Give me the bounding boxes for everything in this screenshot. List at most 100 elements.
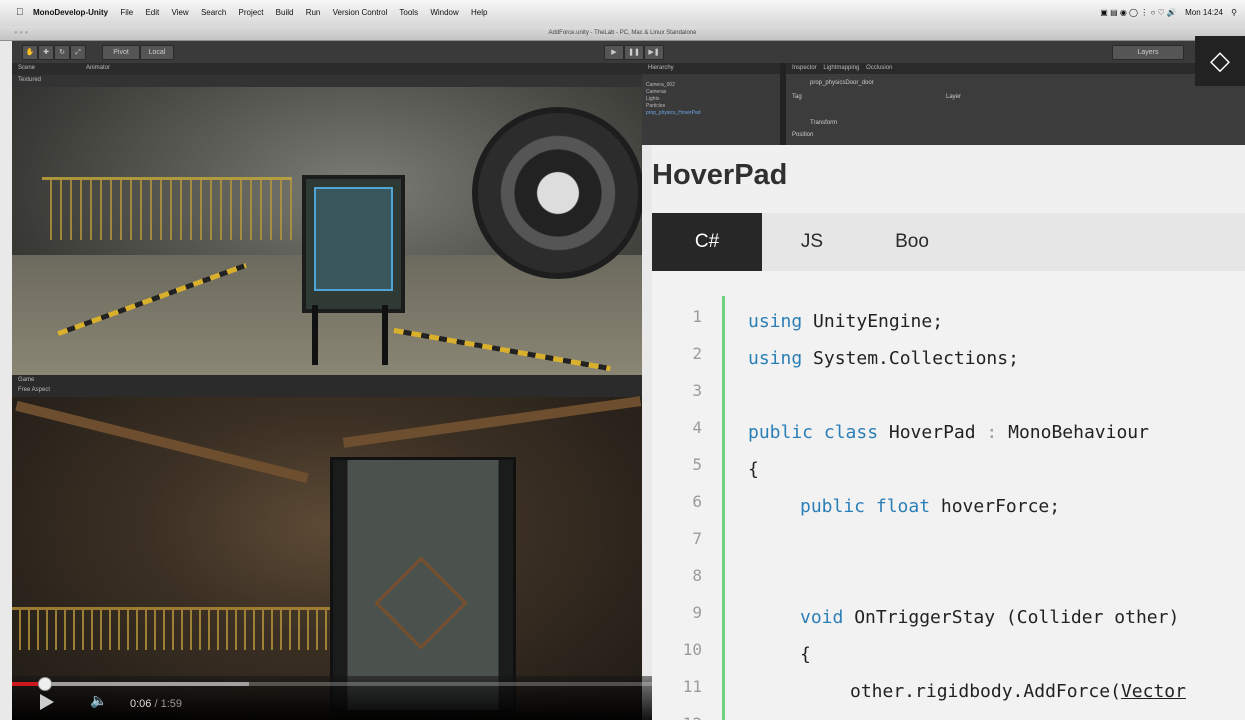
pause-icon[interactable]: ❚❚ — [624, 45, 644, 60]
tab-scene[interactable]: Scene — [18, 65, 35, 71]
hierarchy-item[interactable]: Lights — [646, 96, 776, 103]
inspector-object-name[interactable]: prop_physicsDoor_door — [810, 80, 874, 86]
progress-bar[interactable] — [12, 677, 652, 691]
menu-edit[interactable]: Edit — [145, 8, 159, 17]
menu-search[interactable]: Search — [201, 8, 226, 17]
step-icon[interactable]: ▶❚ — [644, 45, 664, 60]
move-tool-icon[interactable]: ✚ — [38, 45, 54, 60]
status-icons[interactable]: ▣ ▤ ◉ ◯ ⋮ ○ ♡ 🔊 — [1100, 8, 1177, 17]
rotate-tool-icon[interactable]: ↻ — [54, 45, 70, 60]
hand-tool-icon[interactable]: ✋ — [22, 45, 38, 60]
code-keyword: void — [800, 607, 844, 628]
code-line-4: public class HoverPad : MonoBehaviour — [748, 422, 1149, 443]
scene-viewport[interactable] — [12, 87, 642, 375]
pad-leg — [382, 305, 388, 365]
menu-view[interactable]: View — [172, 8, 189, 17]
menu-file[interactable]: File — [120, 8, 133, 17]
progress-scrubber[interactable] — [38, 677, 52, 691]
tab-csharp[interactable]: C# — [652, 213, 762, 271]
menu-list: MonoDevelop-Unity File Edit View Search … — [33, 8, 497, 17]
hover-pad-model[interactable] — [302, 175, 405, 313]
window-title: AddForce.unity - TheLab - PC, Mac & Linu… — [548, 30, 697, 36]
code-keyword: public float — [800, 496, 931, 517]
code-text: System.Collections; — [802, 348, 1019, 369]
layers-dropdown[interactable]: Layers — [1112, 45, 1184, 60]
volume-icon[interactable]: 🔈 — [90, 692, 107, 709]
ceiling-beam — [342, 396, 642, 448]
menu-version-control[interactable]: Version Control — [333, 8, 388, 17]
time-separator: / — [151, 698, 161, 710]
duration: 1:59 — [160, 698, 183, 710]
tab-boo[interactable]: Boo — [877, 213, 947, 271]
code-link[interactable]: Vector — [1121, 681, 1186, 702]
play-icon[interactable] — [40, 694, 54, 710]
tab-occlusion[interactable]: Occlusion — [866, 65, 892, 71]
game-viewport[interactable] — [12, 396, 642, 720]
game-railing — [12, 607, 332, 650]
menu-app-name[interactable]: MonoDevelop-Unity — [33, 8, 108, 17]
pivot-toggle[interactable]: Pivot — [102, 45, 140, 60]
code-keyword: using — [748, 311, 803, 332]
scale-tool-icon[interactable]: ⤢ — [70, 45, 86, 60]
hierarchy-list: Camera_002 Cameras Lights Particles prop… — [642, 74, 780, 117]
inspector-panel: Inspector Lightmapping Occlusion prop_ph… — [786, 63, 1245, 145]
code-text: MonoBehaviour — [997, 422, 1149, 443]
window-controls[interactable]: ● ● ● — [14, 26, 28, 40]
code-line-1: using UnityEngine; — [748, 311, 943, 332]
code-line-10: { — [800, 644, 811, 665]
menu-run[interactable]: Run — [306, 8, 321, 17]
inspector-transform-label[interactable]: Transform — [810, 120, 837, 126]
hierarchy-panel: Hierarchy Camera_002 Cameras Lights Part… — [642, 63, 780, 145]
tab-game[interactable]: Game — [18, 377, 34, 383]
ceiling-beam — [15, 400, 309, 484]
line-number: 11 — [682, 677, 702, 696]
gutter-accent-line — [722, 296, 725, 720]
hierarchy-item[interactable]: prop_physics_HoverPad — [646, 110, 776, 117]
inspector-tag-label: Tag — [792, 94, 802, 100]
line-number: 2 — [692, 344, 702, 363]
tab-lightmapping[interactable]: Lightmapping — [823, 65, 859, 71]
line-number: 4 — [692, 418, 702, 437]
scene-view-panel: Scene Animator Textured — [12, 63, 642, 375]
free-aspect-dropdown[interactable]: Free Aspect — [18, 387, 50, 393]
tab-inspector[interactable]: Inspector — [792, 65, 817, 71]
menu-help[interactable]: Help — [471, 8, 487, 17]
hover-pad-door — [330, 457, 516, 713]
tab-js[interactable]: JS — [762, 213, 862, 271]
pad-leg — [312, 305, 318, 365]
menu-project[interactable]: Project — [239, 8, 264, 17]
line-number: 3 — [692, 381, 702, 400]
inspector-position-label: Position — [792, 132, 814, 138]
code-text: UnityEngine; — [802, 311, 944, 332]
video-controls: 🔈 0:06 / 1:59 — [12, 676, 652, 720]
hierarchy-item[interactable]: Particles — [646, 103, 776, 110]
menu-tools[interactable]: Tools — [399, 8, 418, 17]
code-text: other.rigidbody.AddForce( — [850, 681, 1121, 702]
inspector-layer-label: Layer — [946, 94, 962, 100]
tab-hierarchy[interactable]: Hierarchy — [642, 63, 780, 74]
apple-icon[interactable]:  — [16, 7, 24, 18]
code-punct: : — [986, 422, 998, 443]
menu-window[interactable]: Window — [430, 8, 458, 17]
page-title: HoverPad — [652, 145, 1245, 214]
code-text: hoverForce; — [930, 496, 1061, 517]
unity-toolbar: ✋ ✚ ↻ ⤢ Pivot Local ▶ ❚❚ ▶❚ Layers — [12, 41, 1245, 64]
tab-animator[interactable]: Animator — [86, 65, 110, 71]
code-block: 1 2 3 4 5 6 7 8 9 10 11 12 using UnityEn… — [652, 271, 1245, 720]
time-display: 0:06 / 1:59 — [130, 698, 182, 710]
unity-logo-icon: ◇ — [1195, 36, 1245, 86]
code-example-panel: HoverPad C# JS Boo 1 2 3 4 5 6 7 8 9 10 … — [652, 145, 1245, 720]
line-gutter: 1 2 3 4 5 6 7 8 9 10 11 12 — [652, 271, 722, 720]
spotlight-icon[interactable]: ⚲ — [1231, 8, 1237, 17]
menu-bar:  MonoDevelop-Unity File Edit View Searc… — [0, 0, 1245, 27]
textured-dropdown[interactable]: Textured — [18, 77, 41, 83]
hierarchy-item[interactable]: Cameras — [646, 89, 776, 96]
play-mode-icon[interactable]: ▶ — [604, 45, 624, 60]
hover-pad-panel — [314, 187, 393, 291]
clock[interactable]: Mon 14:24 — [1185, 8, 1223, 17]
hierarchy-item[interactable]: Camera_002 — [646, 82, 776, 89]
local-toggle[interactable]: Local — [140, 45, 174, 60]
panel-title-text: HoverPad — [652, 159, 788, 191]
line-number: 1 — [692, 307, 702, 326]
menu-build[interactable]: Build — [276, 8, 294, 17]
